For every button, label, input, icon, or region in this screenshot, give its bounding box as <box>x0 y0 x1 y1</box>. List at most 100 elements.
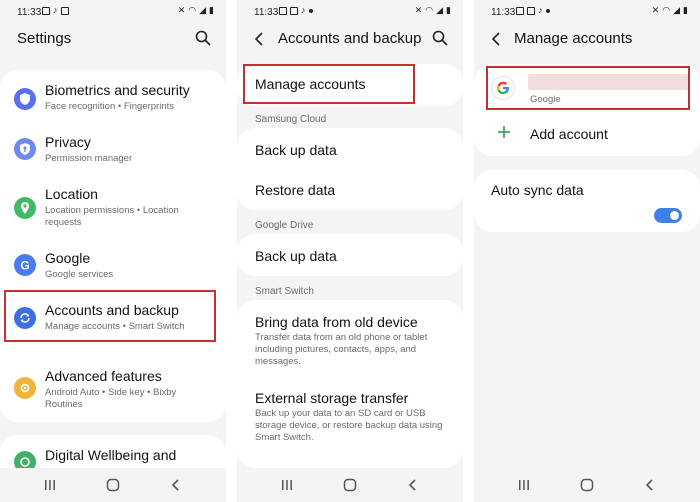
google-drive-card: Back up data <box>237 234 463 276</box>
search-icon[interactable] <box>432 30 448 46</box>
recent-apps-icon[interactable] <box>516 477 532 493</box>
back-up-data-item[interactable]: Back up data <box>237 128 463 169</box>
notification-icons: ♪ <box>279 6 313 15</box>
external-storage-item[interactable]: External storage transfer Back up your d… <box>237 380 463 462</box>
recent-apps-icon[interactable] <box>42 477 58 493</box>
wifi-icon: ◠ <box>188 5 197 15</box>
settings-item-location[interactable]: Location Location permissions • Location… <box>0 180 226 236</box>
auto-sync-toggle[interactable] <box>654 208 682 223</box>
back-nav-icon[interactable] <box>405 477 421 493</box>
highlight-accounts-backup <box>4 290 216 342</box>
external-storage-title: External storage transfer <box>255 390 409 406</box>
status-bar: 11:33 ♪ ✕ ◠ ◢ ▮ <box>474 0 700 24</box>
settings-item-advanced-features[interactable]: Advanced features Android Auto • Side ke… <box>0 362 226 418</box>
privacy-icon <box>14 138 36 160</box>
settings-item-subtitle: Android Auto • Side key • Bixby Routines <box>45 387 177 410</box>
settings-item-subtitle: Location permissions • Location requests <box>45 205 179 228</box>
wifi-icon: ◠ <box>425 5 434 15</box>
battery-icon: ▮ <box>446 5 451 15</box>
accounts-backup-screen: 11:33 ♪ ✕ ◠ ◢ ▮ Accounts and backup Mana… <box>237 0 463 502</box>
location-pin-icon <box>14 197 36 219</box>
settings-item-subtitle: Face recognition • Fingerprints <box>45 101 174 112</box>
back-nav-icon[interactable] <box>168 477 184 493</box>
battery-icon: ▮ <box>683 5 688 15</box>
app-notification-icon <box>60 6 69 15</box>
samsung-cloud-card: Back up data Restore data <box>237 128 463 210</box>
manage-accounts-screen: 11:33 ♪ ✕ ◠ ◢ ▮ Manage accounts Google A… <box>474 0 700 502</box>
battery-icon: ▮ <box>209 5 214 15</box>
app-bar: Manage accounts <box>474 27 700 53</box>
page-title: Accounts and backup <box>278 30 422 47</box>
app-bar: Settings <box>0 27 226 53</box>
settings-item-subtitle: Permission manager <box>45 153 133 164</box>
settings-item-title: Advanced features <box>45 368 162 384</box>
home-icon[interactable] <box>579 477 595 493</box>
back-arrow-icon[interactable] <box>252 30 266 48</box>
app-bar: Accounts and backup <box>237 27 463 53</box>
svg-text:G: G <box>20 259 29 273</box>
drive-back-up-data-item[interactable]: Back up data <box>237 234 463 276</box>
more-notifications-icon <box>308 8 313 13</box>
wifi-icon: ◠ <box>662 5 671 15</box>
mute-icon: ✕ <box>651 5 660 15</box>
mute-icon: ✕ <box>414 5 423 15</box>
search-icon[interactable] <box>195 30 211 46</box>
home-icon[interactable] <box>342 477 358 493</box>
mute-icon: ✕ <box>177 5 186 15</box>
section-smart-switch: Smart Switch <box>255 286 314 297</box>
settings-list-card: Biometrics and security Face recognition… <box>0 70 226 422</box>
bring-data-title: Bring data from old device <box>255 314 418 330</box>
settings-item-biometrics[interactable]: Biometrics and security Face recognition… <box>0 76 226 122</box>
signal-icon: ◢ <box>199 5 207 15</box>
restore-data-item[interactable]: Restore data <box>237 169 463 210</box>
settings-item-title: Google <box>45 250 91 266</box>
tiktok-icon: ♪ <box>53 5 58 15</box>
gallery-notification-icon <box>516 6 524 15</box>
signal-icon: ◢ <box>673 5 681 15</box>
bring-data-subtitle: Transfer data from an old phone or table… <box>255 332 428 367</box>
add-account-label: Add account <box>530 126 608 142</box>
status-time: 11:33 <box>491 7 516 18</box>
status-bar: 11:33 ♪ ✕ ◠ ◢ ▮ <box>237 0 463 24</box>
page-title: Settings <box>17 30 72 47</box>
app-notification-icon <box>527 6 535 15</box>
smart-switch-card: Bring data from old device Transfer data… <box>237 300 463 468</box>
auto-sync-card: Auto sync data <box>474 170 700 232</box>
gallery-notification-icon <box>42 6 50 15</box>
status-time: 11:33 <box>254 7 279 18</box>
back-nav-icon[interactable] <box>642 477 658 493</box>
settings-item-title: Location <box>45 186 98 202</box>
auto-sync-item[interactable]: Auto sync data <box>474 170 700 232</box>
navigation-bar <box>474 468 700 502</box>
tiktok-icon: ♪ <box>538 5 543 15</box>
gallery-notification-icon <box>279 6 287 15</box>
back-up-data-label: Back up data <box>255 142 337 158</box>
home-icon[interactable] <box>105 477 121 493</box>
tiktok-icon: ♪ <box>301 5 306 15</box>
system-icons: ✕ ◠ ◢ ▮ <box>652 6 688 15</box>
add-account-item[interactable]: Add account <box>474 116 700 152</box>
toggle-knob <box>668 209 681 222</box>
signal-icon: ◢ <box>436 5 444 15</box>
more-notifications-icon <box>545 8 550 13</box>
settings-screen: 11:33 ♪ ✕ ◠ ◢ ▮ Settings Biometrics and … <box>0 0 226 502</box>
status-bar: 11:33 ♪ ✕ ◠ ◢ ▮ <box>0 0 226 24</box>
recent-apps-icon[interactable] <box>279 477 295 493</box>
notification-icons: ♪ <box>516 6 550 15</box>
advanced-features-icon <box>14 377 36 399</box>
restore-data-label: Restore data <box>255 182 336 198</box>
section-google-drive: Google Drive <box>255 220 314 231</box>
add-icon <box>498 126 510 138</box>
navigation-bar <box>0 468 226 502</box>
notification-icons: ♪ <box>42 6 69 15</box>
settings-item-google[interactable]: G Google Google services <box>0 244 226 290</box>
bring-data-item[interactable]: Bring data from old device Transfer data… <box>237 300 463 378</box>
navigation-bar <box>237 468 463 502</box>
drive-back-up-data-label: Back up data <box>255 248 337 264</box>
settings-item-privacy[interactable]: Privacy Permission manager <box>0 128 226 174</box>
back-arrow-icon[interactable] <box>489 30 503 48</box>
settings-item-title: Privacy <box>45 134 91 150</box>
settings-item-subtitle: Google services <box>45 269 114 280</box>
settings-item-title: Digital Wellbeing and <box>45 447 177 463</box>
system-icons: ✕ ◠ ◢ ▮ <box>178 6 214 15</box>
